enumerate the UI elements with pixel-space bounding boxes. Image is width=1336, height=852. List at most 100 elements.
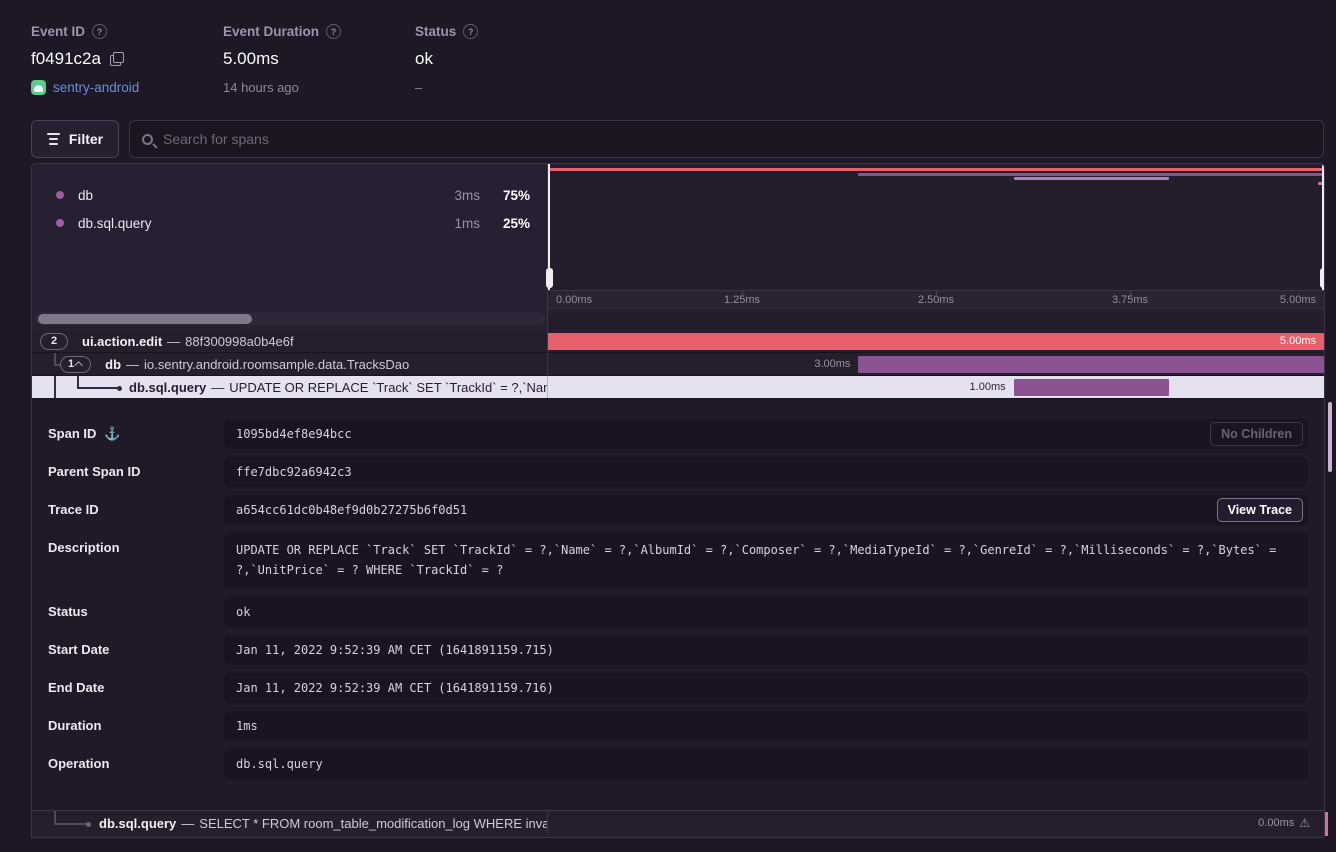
detail-row-start-date: Start Date Jan 11, 2022 9:52:39 AM CET (…: [48, 635, 1308, 665]
span-duration-bar[interactable]: [548, 333, 1324, 350]
axis-tick-label: 0.00ms: [556, 294, 592, 306]
span-operation: ui.action.edit: [82, 334, 162, 349]
detail-label: Operation: [48, 749, 224, 779]
op-percent: 75%: [496, 188, 530, 203]
help-icon[interactable]: ?: [463, 24, 478, 39]
span-duration-label: 5.00ms: [1280, 330, 1316, 352]
op-duration: 3ms: [454, 188, 480, 203]
op-color-dot: [56, 219, 64, 227]
span-duration-bar[interactable]: [1014, 379, 1169, 396]
span-row-title-cell: db.sql.query — SELECT * FROM room_table_…: [32, 811, 548, 835]
detail-value-box: Jan 11, 2022 9:52:39 AM CET (1641891159.…: [224, 673, 1308, 703]
minimap-span-line: [1014, 177, 1169, 180]
event-id-column: Event ID ? f0491c2a sentry-android: [31, 24, 139, 95]
axis-tick-mark: [742, 291, 743, 296]
operations-breakdown: db 3ms 75% db.sql.query 1ms 25%: [32, 164, 548, 330]
search-input[interactable]: [163, 131, 1311, 147]
detail-value-box: 1095bd4ef8e94bcc No Children: [224, 419, 1308, 449]
anchor-icon[interactable]: ⚓: [104, 426, 120, 443]
children-count-badge[interactable]: 2: [40, 333, 68, 350]
ops-breakdown-row[interactable]: db.sql.query 1ms 25%: [32, 209, 547, 237]
detail-row-operation: Operation db.sql.query: [48, 749, 1308, 779]
status-label: Status ?: [415, 24, 478, 39]
help-icon[interactable]: ?: [92, 24, 107, 39]
detail-value-box: ok: [224, 597, 1308, 627]
vertical-scrollbar-thumb[interactable]: [1328, 402, 1332, 472]
trace-id-value: a654cc61dc0b48ef9d0b27275b6f0d51: [236, 503, 467, 517]
children-count-badge-expanded[interactable]: 1: [60, 356, 91, 373]
event-id-label-text: Event ID: [31, 24, 85, 39]
minimap-left-handle[interactable]: [548, 164, 550, 290]
operation-value: db.sql.query: [236, 757, 323, 771]
detail-label: Duration: [48, 711, 224, 741]
span-description: io.sentry.android.roomsample.data.Tracks…: [144, 357, 409, 372]
span-description: SELECT * FROM room_table_modification_lo…: [199, 816, 548, 831]
start-date-value: Jan 11, 2022 9:52:39 AM CET (1641891159.…: [236, 643, 554, 657]
separator: —: [126, 357, 139, 372]
detail-row-status: Status ok: [48, 597, 1308, 627]
span-description: 88f300998a0b4e6f: [185, 334, 293, 349]
separator: —: [211, 380, 224, 395]
filter-button-label: Filter: [69, 131, 103, 147]
span-row-title-cell: 1 db — io.sentry.android.roomsample.data…: [32, 353, 548, 375]
event-age-text: 14 hours ago: [223, 80, 299, 95]
no-children-button: No Children: [1210, 422, 1303, 446]
detail-label: Description: [48, 533, 224, 589]
view-trace-button[interactable]: View Trace: [1217, 498, 1303, 522]
event-duration-value: 5.00ms: [223, 49, 341, 69]
search-icon: [142, 134, 153, 145]
detail-value-box: ffe7dbc92a6942c3: [224, 457, 1308, 487]
detail-value-box: Jan 11, 2022 9:52:39 AM CET (1641891159.…: [224, 635, 1308, 665]
minimap-span-line: [548, 168, 1324, 171]
filter-icon: [47, 133, 60, 145]
copy-icon[interactable]: [110, 52, 124, 66]
detail-label: End Date: [48, 673, 224, 703]
span-row-ui-action-edit[interactable]: 2 ui.action.edit — 88f300998a0b4e6f 5.00…: [32, 330, 1324, 353]
description-value: UPDATE OR REPLACE `Track` SET `TrackId` …: [236, 541, 1296, 581]
project-link[interactable]: sentry-android: [53, 80, 139, 95]
horizontal-scrollbar-thumb[interactable]: [38, 314, 252, 324]
detail-value-box: db.sql.query: [224, 749, 1308, 779]
span-duration-bar[interactable]: [858, 356, 1324, 373]
span-bar-cell: 5.00ms: [548, 330, 1324, 352]
ops-breakdown-row[interactable]: db 3ms 75%: [32, 181, 547, 209]
span-operation: db: [105, 357, 121, 372]
event-duration-text: 5.00ms: [223, 49, 279, 69]
span-row-title-cell: 2 ui.action.edit — 88f300998a0b4e6f: [32, 330, 548, 352]
help-icon[interactable]: ?: [326, 24, 341, 39]
detail-label: Parent Span ID: [48, 457, 224, 487]
event-duration-label: Event Duration ?: [223, 24, 341, 39]
status-sub: –: [415, 80, 478, 95]
status-text: ok: [415, 49, 433, 69]
status-column: Status ? ok –: [415, 24, 478, 95]
axis-tick-label: 5.00ms: [1280, 294, 1316, 306]
chevron-up-icon: [74, 361, 82, 369]
warning-icon: ⚠: [1299, 811, 1310, 835]
op-duration: 1ms: [454, 216, 480, 231]
minimap-span-line: [858, 173, 1324, 176]
event-id-value: f0491c2a: [31, 49, 139, 69]
span-row-db-sql-query-selected[interactable]: db.sql.query — UPDATE OR REPLACE `Track`…: [32, 376, 1324, 399]
minimap-right-handle[interactable]: [1322, 164, 1324, 290]
trace-minimap[interactable]: [548, 164, 1324, 290]
detail-label: Span ID ⚓: [48, 419, 224, 449]
project-row: sentry-android: [31, 80, 139, 95]
op-color-dot: [56, 191, 64, 199]
status-sub-text: –: [415, 80, 422, 95]
horizontal-scrollbar-track[interactable]: [35, 312, 545, 325]
span-detail-page: Event ID ? f0491c2a sentry-android Event…: [0, 0, 1336, 852]
minimap-section: db 3ms 75% db.sql.query 1ms 25%: [32, 164, 1324, 330]
duration-value: 1ms: [236, 719, 258, 733]
span-bar-cell: 0.00ms ⚠: [548, 811, 1324, 835]
span-row-db[interactable]: 1 db — io.sentry.android.roomsample.data…: [32, 353, 1324, 376]
parent-span-id-value: ffe7dbc92a6942c3: [236, 465, 352, 479]
zero-duration-span-tick: [1325, 812, 1328, 836]
detail-row-description: Description UPDATE OR REPLACE `Track` SE…: [48, 533, 1308, 589]
detail-label: Status: [48, 597, 224, 627]
event-duration-column: Event Duration ? 5.00ms 14 hours ago: [223, 24, 341, 95]
op-percent: 25%: [496, 216, 530, 231]
span-row-select-query[interactable]: db.sql.query — SELECT * FROM room_table_…: [32, 810, 1324, 835]
axis-understrip: [548, 309, 1324, 330]
filter-button[interactable]: Filter: [31, 120, 119, 158]
detail-value-box: UPDATE OR REPLACE `Track` SET `TrackId` …: [224, 533, 1308, 589]
